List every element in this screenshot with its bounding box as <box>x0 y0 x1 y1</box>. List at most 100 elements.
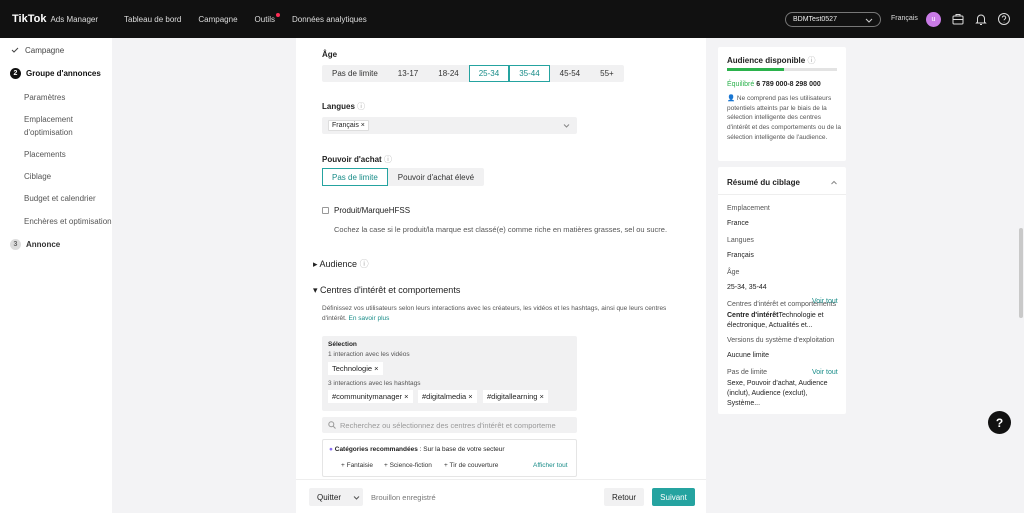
age-option-55-plus[interactable]: 55+ <box>590 65 624 82</box>
purchase-power-title: Pouvoir d'achat ⓘ <box>322 154 392 165</box>
chevron-down-icon <box>563 124 570 128</box>
next-button[interactable]: Suivant <box>652 488 695 506</box>
sidebar-item-optimization-location[interactable]: Emplacement d'optimisation <box>24 113 114 139</box>
summary-divider <box>718 194 846 195</box>
video-tag[interactable]: Technologie × <box>328 362 383 375</box>
audience-title: Audience disponible ⓘ <box>727 56 815 66</box>
chevron-down-icon <box>353 495 360 500</box>
age-option-25-34[interactable]: 25-34 <box>468 65 510 82</box>
language-selector[interactable]: Français <box>891 15 918 22</box>
nav-campaign[interactable]: Campagne <box>198 15 237 24</box>
audience-section-toggle[interactable]: ▸ Audience ⓘ <box>313 257 369 270</box>
see-all-interests-link[interactable]: Voir tout <box>812 298 838 305</box>
step-number-3: 3 <box>10 239 21 250</box>
summary-placement-value: France <box>727 220 749 227</box>
purchase-title-text: Pouvoir d'achat <box>322 155 382 164</box>
audience-note: 👤 Ne comprend pas les utilisateurs poten… <box>727 94 842 143</box>
briefcase-icon[interactable] <box>951 12 965 26</box>
learn-more-link[interactable]: En savoir plus <box>349 315 390 322</box>
sidebar-item-ad[interactable]: 3 Annonce <box>10 239 60 250</box>
sidebar-item-bidding[interactable]: Enchères et optimisation <box>24 215 112 228</box>
steps-sidebar: Campagne 2 Groupe d'annonces Paramètres E… <box>0 38 112 513</box>
reco-subtitle: : Sur la base de votre secteur <box>417 446 505 453</box>
audience-note-text: Ne comprend pas les utilisateurs potenti… <box>727 95 841 141</box>
help-circle-icon[interactable] <box>997 12 1011 26</box>
interests-title: Centres d'intérêt et comportements <box>320 285 461 295</box>
chevron-up-icon[interactable] <box>830 179 838 187</box>
hashtag-tag[interactable]: #digitalmedia × <box>418 390 477 403</box>
show-all-link[interactable]: Afficher tout <box>533 462 568 469</box>
info-icon: ⓘ <box>357 102 366 111</box>
hfss-label: Produit/MarqueHFSS <box>334 206 411 215</box>
sidebar-item-parameters[interactable]: Paramètres <box>24 91 65 104</box>
age-option-18-24[interactable]: 18-24 <box>428 65 468 82</box>
purchase-power-selector: Pas de limite Pouvoir d'achat élevé <box>322 168 485 186</box>
hfss-checkbox[interactable] <box>322 207 329 214</box>
sidebar-item-campaign[interactable]: Campagne <box>10 45 64 55</box>
notification-dot <box>275 12 280 17</box>
purchase-option-no-limit[interactable]: Pas de limite <box>322 168 388 186</box>
selection-title: Sélection <box>328 341 357 348</box>
interests-search-input[interactable]: Recherchez ou sélectionnez des centres d… <box>322 417 577 433</box>
audience-section-label: Audience <box>319 259 358 269</box>
summary-age-label: Âge <box>727 269 740 276</box>
interests-section-toggle[interactable]: ▾ Centres d'intérêt et comportements <box>313 285 460 296</box>
summary-lang-value: Français <box>727 252 754 259</box>
question-icon: ? <box>995 415 1004 430</box>
age-option-45-54[interactable]: 45-54 <box>550 65 590 82</box>
sidebar-item-ad-group[interactable]: 2 Groupe d'annonces <box>10 68 101 79</box>
interests-description: Définissez vos utilisateurs selon leurs … <box>322 304 682 324</box>
info-icon: ⓘ <box>359 259 369 269</box>
info-icon: ⓘ <box>383 155 392 164</box>
sidebar-item-placements[interactable]: Placements <box>24 148 66 161</box>
targeting-summary-card: Résumé du ciblage Emplacement France Lan… <box>718 167 846 414</box>
check-icon <box>11 47 19 53</box>
sidebar-ad-label: Annonce <box>26 240 61 249</box>
audience-progress-fill <box>727 68 785 71</box>
targeting-form: Âge Pas de limite 13-17 18-24 25-34 35-4… <box>296 38 706 513</box>
tiktok-logo[interactable]: TikTok Ads Manager <box>12 13 112 25</box>
sidebar-ad-group-label: Groupe d'annonces <box>26 69 101 78</box>
language-chip[interactable]: Français × <box>328 120 369 131</box>
nav-analytics[interactable]: Données analytiques <box>292 15 367 24</box>
reco-item[interactable]: + Fantaisie <box>341 462 373 469</box>
age-option-35-44[interactable]: 35-44 <box>509 65 550 82</box>
reco-header: ● Catégories recommandées : Sur la base … <box>329 446 505 453</box>
audience-size-card: Audience disponible ⓘ Équilibré 6 789 00… <box>718 47 846 161</box>
languages-select[interactable]: Français × <box>322 117 577 134</box>
back-button[interactable]: Retour <box>604 488 644 506</box>
audience-range: Équilibré 6 789 000-8 298 000 <box>727 80 821 90</box>
avatar[interactable]: u <box>926 12 941 27</box>
see-all-nolimit-link[interactable]: Voir tout <box>812 369 838 376</box>
nav-tools[interactable]: Outils <box>255 12 280 24</box>
search-icon <box>328 421 336 429</box>
sidebar-item-targeting[interactable]: Ciblage <box>24 170 51 183</box>
person-icon: 👤 <box>727 95 736 102</box>
hashtag-tag[interactable]: #digitallearning × <box>483 390 548 403</box>
summary-lang-label: Langues <box>727 237 754 244</box>
location-pin-icon: ● <box>329 446 333 453</box>
nav-dashboard[interactable]: Tableau de bord <box>124 15 181 24</box>
page-scrollbar[interactable] <box>1019 228 1023 318</box>
audience-title-text: Audience disponible <box>727 56 806 65</box>
age-option-13-17[interactable]: 13-17 <box>388 65 428 82</box>
account-name: BDMTest0527 <box>793 16 837 23</box>
sidebar-item-budget[interactable]: Budget et calendrier <box>24 192 96 205</box>
reco-item[interactable]: + Tir de couverture <box>444 462 498 469</box>
help-chat-button[interactable]: ? <box>988 411 1011 434</box>
summary-age-value: 25-34, 35-44 <box>727 284 767 291</box>
hashtag-interactions-label: 3 interactions avec les hashtags <box>328 380 421 387</box>
bell-icon[interactable] <box>974 12 988 26</box>
reco-item[interactable]: + Science-fiction <box>384 462 432 469</box>
hfss-description: Cochez la case si le produit/la marque e… <box>334 225 668 234</box>
account-selector[interactable]: BDMTest0527 <box>785 12 881 27</box>
sidebar-campaign-label: Campagne <box>25 45 65 55</box>
summary-nolimit-label: Pas de limite <box>727 369 768 376</box>
quit-button[interactable]: Quitter <box>309 488 363 506</box>
age-option-no-limit[interactable]: Pas de limite <box>322 65 388 82</box>
hashtag-tag[interactable]: #communitymanager × <box>328 390 413 403</box>
draft-status: Brouillon enregistré <box>371 493 436 502</box>
purchase-option-high[interactable]: Pouvoir d'achat élevé <box>388 168 484 186</box>
main-nav: Tableau de bord Campagne Outils Données … <box>124 12 367 24</box>
quit-label: Quitter <box>317 492 342 502</box>
